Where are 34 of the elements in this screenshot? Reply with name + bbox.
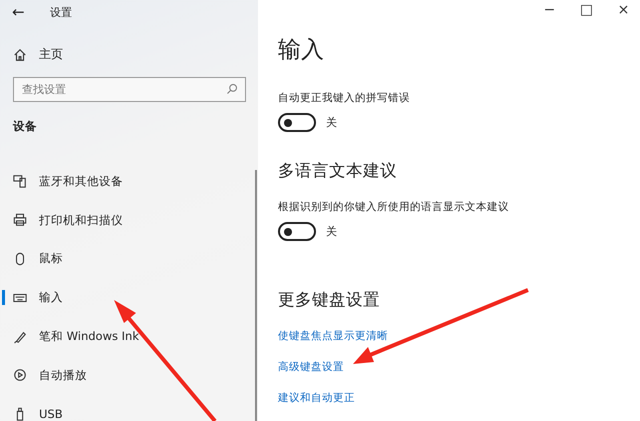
settings-link[interactable]: 高级键盘设置: [278, 361, 344, 373]
search-icon: [226, 83, 238, 95]
home-link[interactable]: 主页: [13, 46, 63, 63]
toggle-state: 关: [326, 224, 337, 239]
sidebar-item[interactable]: 笔和 Windows Ink: [0, 317, 258, 356]
pen-icon: [13, 330, 27, 344]
page-title: 输入: [278, 36, 325, 65]
sidebar-item[interactable]: 打印机和扫描仪: [0, 200, 258, 240]
setting-label: 自动更正我键入的拼写错误: [278, 91, 411, 105]
section-heading: 更多键盘设置: [278, 289, 380, 311]
toggle-state: 关: [326, 115, 337, 130]
section-heading: 多语言文本建议: [278, 160, 397, 182]
devices-icon: [13, 174, 27, 188]
printer-icon: [13, 213, 27, 228]
setting-label: 根据识别到的你键入所使用的语言显示文本建议: [278, 200, 510, 214]
window-title: 设置: [50, 4, 72, 20]
settings-link[interactable]: 建议和自动更正: [278, 392, 355, 404]
mouse-icon: [13, 252, 27, 266]
sidebar-item[interactable]: USB: [0, 394, 258, 421]
play-icon: [13, 368, 27, 382]
back-button[interactable]: ←: [12, 3, 25, 21]
toggle-switch[interactable]: [278, 222, 316, 241]
settings-link[interactable]: 使键盘焦点显示更清晰: [278, 330, 388, 342]
maximize-button[interactable]: □: [578, 2, 595, 18]
sidebar-item[interactable]: 蓝牙和其他设备: [0, 162, 258, 201]
search-field[interactable]: 查找设置: [13, 77, 246, 102]
section-heading: 设备: [13, 119, 37, 134]
sidebar-item[interactable]: 自动播放: [0, 356, 258, 395]
home-icon: [13, 48, 27, 62]
sidebar-item[interactable]: 输入: [0, 278, 258, 318]
toggle-switch[interactable]: [278, 113, 316, 132]
close-button[interactable]: ×: [615, 2, 632, 18]
minimize-button[interactable]: −: [541, 2, 558, 18]
sidebar-item[interactable]: 鼠标: [0, 240, 258, 278]
